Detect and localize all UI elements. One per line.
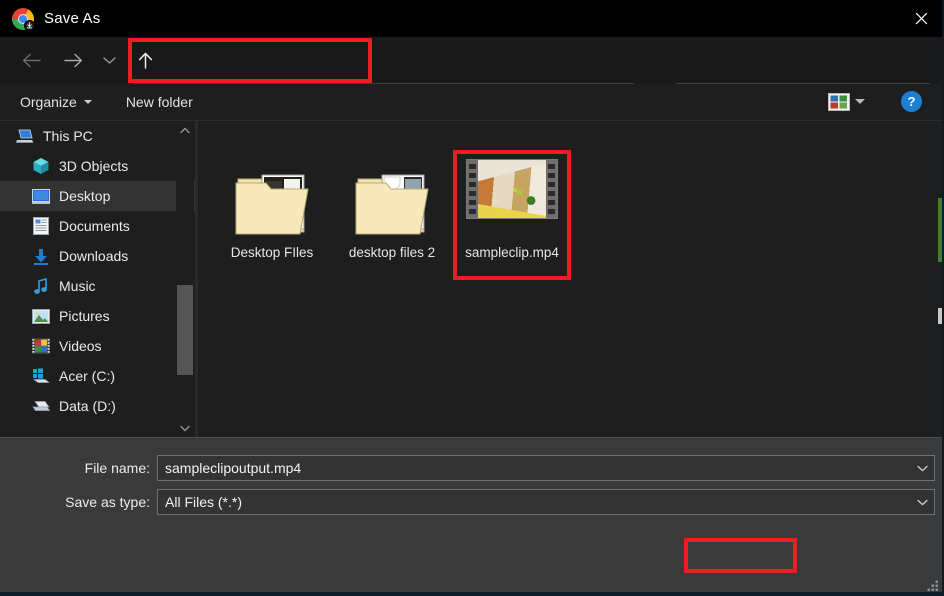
file-item-label: Desktop FIles — [216, 243, 328, 262]
recent-locations-chevron-icon[interactable] — [94, 45, 124, 77]
file-name-input[interactable] — [158, 459, 910, 477]
windows-drive-icon — [32, 367, 50, 385]
sidebar-item-label: Music — [59, 278, 96, 294]
sidebar-scroll-thumb[interactable] — [177, 285, 193, 375]
drive-icon — [32, 397, 50, 415]
file-name-label: File name: — [30, 460, 150, 476]
file-item[interactable]: sampleclip.mp4 — [456, 141, 568, 262]
up-arrow-icon[interactable] — [130, 45, 160, 77]
sidebar-item-label: 3D Objects — [59, 158, 128, 174]
sidebar-item-this-pc[interactable]: This PC — [0, 121, 195, 151]
organize-button[interactable]: Organize — [10, 84, 102, 120]
file-item[interactable]: Desktop FIles — [216, 141, 328, 262]
file-list-pane[interactable]: Desktop FIles desktop files 2 sampleclip.… — [198, 121, 944, 437]
back-arrow-icon[interactable] — [16, 45, 46, 77]
sidebar-item-documents[interactable]: Documents — [0, 211, 195, 241]
music-note-icon — [32, 277, 50, 295]
sidebar-item-label: Videos — [59, 338, 102, 354]
new-folder-button[interactable]: New folder — [116, 84, 203, 120]
file-item[interactable]: desktop files 2 — [336, 141, 448, 262]
title-bar: Save As — [0, 0, 944, 37]
sidebar-item-pictures[interactable]: Pictures — [0, 301, 195, 331]
computer-icon — [16, 127, 34, 145]
documents-icon — [32, 217, 50, 235]
help-label: ? — [908, 94, 916, 109]
sidebar-item-label: Documents — [59, 218, 130, 234]
folder-icon — [336, 141, 448, 237]
sidebar-item-3d-objects[interactable]: 3D Objects — [0, 151, 195, 181]
background-page-bottom-edge — [0, 592, 944, 596]
save-as-type-label: Save as type: — [30, 494, 150, 510]
save-as-type-chevron-down-icon[interactable] — [910, 490, 934, 514]
sidebar-item-label: This PC — [43, 128, 93, 144]
sidebar-item-data-d[interactable]: Data (D:) — [0, 391, 195, 421]
sidebar-item-label: Downloads — [59, 248, 128, 264]
cube-icon — [32, 157, 50, 175]
sidebar-scrollbar[interactable] — [176, 121, 194, 437]
pictures-icon — [32, 307, 50, 325]
forward-arrow-icon[interactable] — [58, 45, 88, 77]
sidebar-item-videos[interactable]: Videos — [0, 331, 195, 361]
save-as-type-combobox[interactable]: All Files (*.*) — [157, 489, 935, 515]
save-as-dialog: Save As — [0, 0, 944, 596]
view-options-icon[interactable] — [828, 92, 850, 112]
sidebar-item-acer-c[interactable]: Acer (C:) — [0, 361, 195, 391]
desktop-icon — [32, 187, 50, 205]
organize-label: Organize — [20, 94, 77, 110]
videos-icon — [32, 337, 50, 355]
sidebar-item-label: Data (D:) — [59, 398, 116, 414]
file-name-combobox[interactable] — [157, 455, 935, 481]
help-button[interactable]: ? — [901, 91, 922, 112]
new-folder-label: New folder — [126, 94, 193, 110]
video-thumbnail — [466, 159, 558, 219]
sidebar-item-label: Desktop — [59, 188, 110, 204]
scroll-up-arrow-icon[interactable] — [176, 121, 194, 139]
window-title: Save As — [44, 10, 100, 27]
video-file-icon — [456, 141, 568, 237]
view-caret-down-icon[interactable] — [855, 99, 865, 104]
file-item-label: sampleclip.mp4 — [456, 243, 568, 262]
resize-grip[interactable] — [927, 579, 939, 591]
sidebar-item-label: Pictures — [59, 308, 110, 324]
download-icon — [32, 247, 50, 265]
scroll-down-arrow-icon[interactable] — [176, 419, 194, 437]
command-bar: Organize New folder — [0, 84, 944, 121]
close-button[interactable] — [898, 0, 944, 37]
file-item-label: desktop files 2 — [336, 243, 448, 262]
save-as-type-value: All Files (*.*) — [158, 494, 910, 510]
sidebar-item-label: Acer (C:) — [59, 368, 115, 384]
folder-icon — [216, 141, 328, 237]
sidebar-item-downloads[interactable]: Downloads — [0, 241, 195, 271]
sidebar-item-music[interactable]: Music — [0, 271, 195, 301]
save-form-pane: File name: Save as type: All Files (*.*)… — [0, 437, 944, 596]
navigation-bar: › This PC › Desktop — [0, 37, 944, 84]
caret-down-icon — [84, 100, 92, 104]
navigation-pane: This PC 3D Objects Desktop Documents Downloa… — [0, 121, 195, 437]
chrome-download-icon — [12, 8, 34, 30]
sidebar-item-desktop[interactable]: Desktop — [0, 181, 195, 211]
file-name-chevron-down-icon[interactable] — [910, 456, 934, 480]
